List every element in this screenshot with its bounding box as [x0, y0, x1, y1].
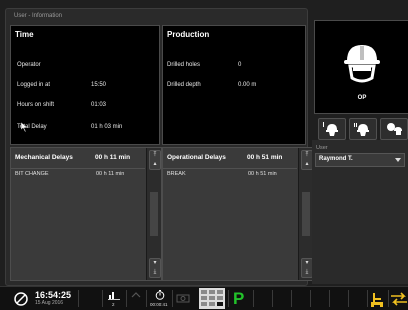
drilled-holes-value: 0: [238, 62, 242, 68]
clock-time: 16:54:25: [35, 290, 72, 300]
production-panel: Production Drilled holes 0 Drilled depth…: [162, 25, 306, 145]
delay-list-item[interactable]: BREAK 00 h 51 min: [163, 170, 297, 180]
service-helmet-icon: [387, 123, 402, 135]
logged-in-value: 15:50: [91, 82, 107, 88]
scroll-top-button[interactable]: ⤒ ▴: [149, 150, 161, 170]
scroll-bottom-button[interactable]: ▾ ⤓: [149, 258, 161, 278]
taskbar: 16:54:25 15 Aug 2016 2 00:00:41 P: [0, 286, 408, 310]
operator-helmet-icon: [344, 45, 380, 83]
chart-icon[interactable]: [108, 290, 120, 300]
role-supervisor-button[interactable]: [349, 118, 377, 140]
stopwatch-icon[interactable]: [155, 290, 165, 300]
camera-icon[interactable]: [176, 293, 190, 303]
mechanical-delays-panel: Mechanical Delays 00 h 11 min BIT CHANGE…: [10, 147, 162, 281]
total-delay-label: Total Delay: [17, 124, 47, 130]
mechanical-delays-header: Mechanical Delays 00 h 11 min: [11, 148, 145, 169]
drilled-depth-value: 0.00 m: [238, 82, 257, 88]
operational-delays-total: 00 h 51 min: [247, 154, 283, 161]
count-badge: 2: [112, 302, 115, 307]
user-selected-value: Raymond T.: [319, 156, 353, 162]
helmet-icon: [323, 122, 338, 136]
production-panel-title: Production: [167, 30, 210, 39]
role-operator-button[interactable]: [318, 118, 346, 140]
operational-delays-panel: Operational Delays 00 h 51 min BREAK 00 …: [162, 147, 314, 281]
operational-delays-header: Operational Delays 00 h 51 min: [163, 148, 297, 169]
chevron-down-icon: [395, 158, 401, 162]
mechanical-delays-total: 00 h 11 min: [95, 154, 131, 161]
mechanical-delays-title: Mechanical Delays: [15, 154, 73, 161]
hours-on-shift-value: 01:03: [91, 102, 107, 108]
operator-role-panel: OP: [314, 20, 408, 114]
role-service-button[interactable]: [380, 118, 408, 140]
logged-in-label: Logged in at: [17, 82, 51, 88]
mechanical-delays-scrollbar[interactable]: ⤒ ▴ ▾ ⤓: [146, 148, 161, 280]
drilled-holes-label: Drilled holes: [167, 62, 201, 68]
user-information-panel: User - Information Time Operator Logged …: [5, 8, 314, 286]
delay-duration: 00 h 51 min: [248, 171, 277, 177]
operational-delays-title: Operational Delays: [167, 154, 226, 161]
delay-name: BREAK: [167, 171, 186, 177]
grid-menu-icon[interactable]: [199, 288, 225, 309]
chevron-up-icon[interactable]: [131, 291, 141, 298]
power-off-icon[interactable]: [14, 292, 28, 306]
helmet-icon: [354, 123, 369, 136]
delay-name: BIT CHANGE: [15, 171, 49, 177]
delay-duration: 00 h 11 min: [96, 171, 125, 177]
operational-delays-scrollbar[interactable]: ⤒ ▴ ▾ ⤓: [298, 148, 313, 280]
time-panel-title: Time: [15, 30, 34, 39]
drill-rig-warning-icon[interactable]: [369, 291, 385, 307]
scroll-track[interactable]: [302, 192, 310, 236]
mode-indicator[interactable]: P: [233, 289, 244, 309]
stopwatch-timer: 00:00:41: [150, 302, 168, 307]
group-title: User - Information: [14, 13, 63, 19]
user-section: User Raymond T.: [312, 140, 408, 284]
scroll-track[interactable]: [150, 192, 158, 236]
clock-date: 15 Aug 2016: [35, 300, 64, 306]
time-panel: Time Operator Logged in at 15:50 Hours o…: [10, 25, 160, 145]
operator-role-label: OP: [357, 95, 367, 101]
delay-list-item[interactable]: BIT CHANGE 00 h 11 min: [11, 170, 145, 180]
user-label: User: [316, 145, 328, 151]
total-delay-value: 01 h 03 min: [91, 124, 123, 130]
hours-on-shift-label: Hours on shift: [17, 102, 55, 108]
user-dropdown[interactable]: Raymond T.: [315, 153, 405, 167]
drilled-depth-label: Drilled depth: [167, 82, 201, 88]
operator-label: Operator: [17, 62, 41, 68]
swap-arrows-icon[interactable]: [390, 292, 408, 306]
